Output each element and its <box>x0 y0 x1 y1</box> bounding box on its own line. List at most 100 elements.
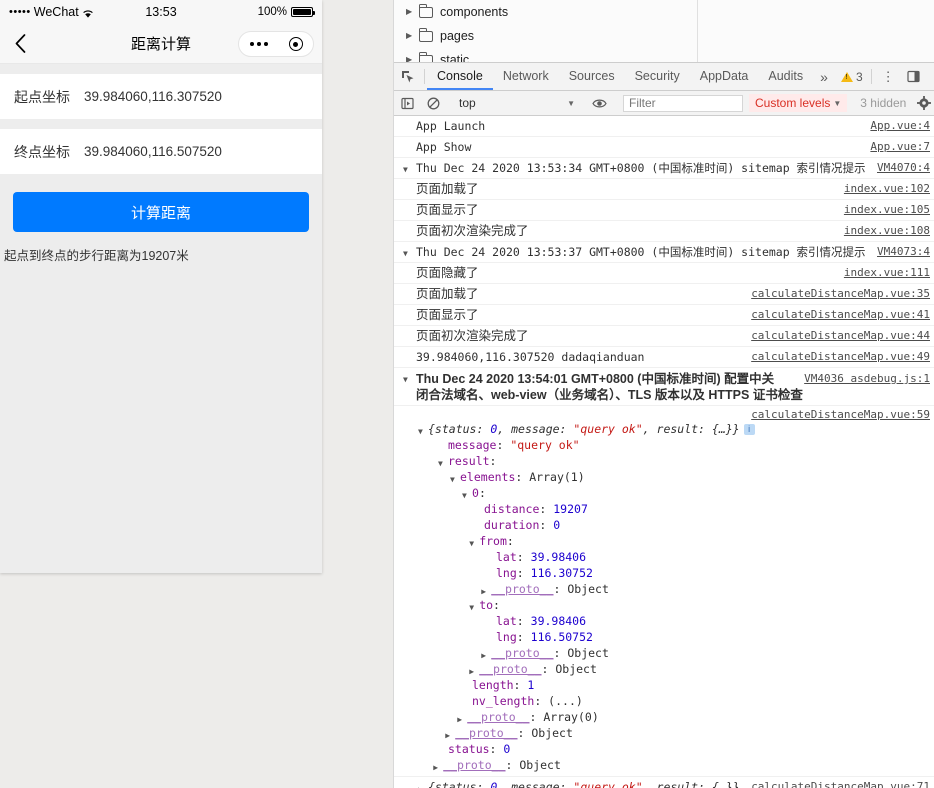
start-coord-value[interactable]: 39.984060,116.307520 <box>84 89 222 104</box>
collapsed-object-row[interactable]: ▶ {status: 0, message: "query ok", resul… <box>394 779 934 788</box>
console-source-link[interactable]: index.vue:111 <box>834 265 934 281</box>
object-property-row[interactable]: lat: 39.98406 <box>394 549 934 565</box>
console-source-link[interactable]: calculateDistanceMap.vue:49 <box>741 349 934 365</box>
console-log-message: App Show <box>416 140 472 154</box>
more-dots-icon[interactable] <box>249 42 268 46</box>
console-log-row[interactable]: 39.984060,116.307520 dadaqianduan calcula… <box>394 347 934 368</box>
tree-item-pages[interactable]: ▶ pages <box>394 24 934 48</box>
console-log-row[interactable]: 页面显示了 index.vue:105 <box>394 200 934 221</box>
end-coord-value[interactable]: 39.984060,116.507520 <box>84 144 222 159</box>
object-property-row[interactable]: ▼ elements: Array(1) <box>394 469 934 485</box>
console-sidebar-toggle-icon[interactable] <box>394 97 420 110</box>
object-property-row[interactable]: ▼ from: <box>394 533 934 549</box>
js-context-select[interactable]: top ▼ <box>451 96 581 110</box>
tab-network[interactable]: Network <box>493 63 559 90</box>
object-summary-message: "query ok" <box>573 422 643 436</box>
console-log-row[interactable]: App Launch App.vue:4 <box>394 116 934 137</box>
console-source-link[interactable]: calculateDistanceMap.vue:44 <box>741 328 934 344</box>
chevron-down-icon[interactable]: ▼ <box>403 162 408 178</box>
inspect-element-icon[interactable] <box>394 63 422 90</box>
object-property-row[interactable]: ▼ result: <box>394 453 934 469</box>
object-property-separator: : <box>516 630 531 644</box>
more-tabs-icon[interactable]: » <box>813 63 835 90</box>
tree-item-static[interactable]: ▶ static <box>394 48 934 63</box>
status-bar-time: 13:53 <box>145 5 177 19</box>
console-log-row[interactable]: 页面初次渲染完成了 index.vue:108 <box>394 221 934 242</box>
chevron-right-icon[interactable]: ▶ <box>406 8 418 16</box>
log-levels-select[interactable]: Custom levels ▼ <box>749 94 848 112</box>
info-badge-icon[interactable]: i <box>743 424 755 435</box>
console-log-row[interactable]: 页面隐藏了 index.vue:111 <box>394 263 934 284</box>
object-property-row[interactable]: ▶ __proto__: Array(0) <box>394 709 934 725</box>
object-property-row[interactable]: duration: 0 <box>394 517 934 533</box>
live-expression-eye-icon[interactable] <box>586 98 612 109</box>
console-log-list[interactable]: App Launch App.vue:4 App Show App.vue:7 ▼ Thu… <box>394 116 934 788</box>
object-property-row[interactable]: nv_length: (...) <box>394 693 934 709</box>
console-source-link[interactable]: calculateDistanceMap.vue:71 <box>741 779 934 788</box>
close-target-icon[interactable] <box>288 37 303 51</box>
console-source-link[interactable]: VM4073:4 <box>867 244 934 260</box>
object-property-row[interactable]: ▶ __proto__: Object <box>394 581 934 597</box>
chevron-right-icon[interactable]: ▶ <box>406 56 418 63</box>
console-log-row[interactable]: App Show App.vue:7 <box>394 137 934 158</box>
object-property-row[interactable]: lng: 116.50752 <box>394 629 934 645</box>
object-property-separator: : <box>515 470 530 484</box>
console-log-row[interactable]: ▼ Thu Dec 24 2020 13:53:34 GMT+0800 (中国标准… <box>394 158 934 179</box>
console-source-link[interactable]: VM4070:4 <box>867 160 934 176</box>
object-property-row[interactable]: ▶ __proto__: Object <box>394 645 934 661</box>
object-property-row[interactable]: length: 1 <box>394 677 934 693</box>
object-property-row[interactable]: message: "query ok" <box>394 437 934 453</box>
console-object-log[interactable]: calculateDistanceMap.vue:59 ▼ {status: 0… <box>394 406 934 777</box>
warning-count-badge[interactable]: 3 <box>835 63 869 90</box>
object-property-row[interactable]: ▼ to: <box>394 597 934 613</box>
console-source-link[interactable]: index.vue:105 <box>834 202 934 218</box>
console-warn-group[interactable]: ▼ Thu Dec 24 2020 13:54:01 GMT+0800 (中国标… <box>394 368 934 406</box>
tab-label: AppData <box>699 68 749 83</box>
form-row-start-coord[interactable]: 起点坐标 39.984060,116.307520 <box>0 74 322 119</box>
tab-appdata[interactable]: AppData <box>690 63 759 90</box>
console-settings-gear-icon[interactable] <box>917 96 934 110</box>
calculate-distance-button[interactable]: 计算距离 <box>13 192 309 232</box>
object-property-row[interactable]: lat: 39.98406 <box>394 613 934 629</box>
console-log-row[interactable]: 页面加载了 calculateDistanceMap.vue:35 <box>394 284 934 305</box>
object-property-row[interactable]: lng: 116.30752 <box>394 565 934 581</box>
object-property-row[interactable]: distance: 19207 <box>394 501 934 517</box>
chevron-right-icon[interactable]: ▶ <box>418 782 423 788</box>
console-source-link[interactable]: App.vue:4 <box>860 118 934 134</box>
dock-position-icon[interactable] <box>903 63 924 90</box>
console-source-link[interactable]: VM4036 asdebug.js:1 <box>794 371 934 387</box>
devtools-menu-icon[interactable]: ⋮ <box>874 63 903 90</box>
tab-console[interactable]: Console <box>427 63 493 90</box>
tab-audits[interactable]: Audits <box>758 63 813 90</box>
filter-input[interactable]: Filter <box>623 94 743 112</box>
console-source-link[interactable]: App.vue:7 <box>860 139 934 155</box>
tree-item-components[interactable]: ▶ components <box>394 0 934 24</box>
tab-security[interactable]: Security <box>625 63 690 90</box>
chevron-right-icon[interactable]: ▶ <box>406 32 418 40</box>
console-log-row[interactable]: 页面加载了 index.vue:102 <box>394 179 934 200</box>
object-property-row[interactable]: ▶ __proto__: Object <box>394 661 934 677</box>
console-collapsed-object-log[interactable]: ▶ {status: 0, message: "query ok", resul… <box>394 777 934 788</box>
console-warn-line2: 闭合法域名、web-view（业务域名）、TLS 版本以及 HTTPS 证书检查 <box>416 388 803 402</box>
chevron-down-icon[interactable]: ▼ <box>403 372 408 388</box>
console-source-link[interactable]: calculateDistanceMap.vue:41 <box>741 307 934 323</box>
console-source-link[interactable]: calculateDistanceMap.vue:35 <box>741 286 934 302</box>
console-source-link[interactable]: calculateDistanceMap.vue:59 <box>741 408 934 421</box>
console-log-row[interactable]: 页面显示了 calculateDistanceMap.vue:41 <box>394 305 934 326</box>
chevron-right-icon[interactable]: ▶ <box>433 760 438 776</box>
console-source-link[interactable]: index.vue:102 <box>834 181 934 197</box>
console-source-link[interactable]: index.vue:108 <box>834 223 934 239</box>
console-log-row[interactable]: ▼ Thu Dec 24 2020 13:53:37 GMT+0800 (中国标准… <box>394 242 934 263</box>
back-chevron-icon[interactable] <box>0 34 40 53</box>
object-property-row[interactable]: ▶ __proto__: Object <box>394 757 934 773</box>
tab-sources[interactable]: Sources <box>559 63 625 90</box>
console-log-row[interactable]: 页面初次渲染完成了 calculateDistanceMap.vue:44 <box>394 326 934 347</box>
form-row-end-coord[interactable]: 终点坐标 39.984060,116.507520 <box>0 129 322 174</box>
object-summary-row[interactable]: ▼ {status: 0, message: "query ok", resul… <box>394 421 934 437</box>
chevron-down-icon[interactable]: ▼ <box>403 246 408 262</box>
object-property-row[interactable]: status: 0 <box>394 741 934 757</box>
object-property-row[interactable]: ▼ 0: <box>394 485 934 501</box>
object-property-row[interactable]: ▶ __proto__: Object <box>394 725 934 741</box>
clear-console-icon[interactable] <box>420 97 446 110</box>
wechat-capsule-menu[interactable] <box>238 31 314 57</box>
